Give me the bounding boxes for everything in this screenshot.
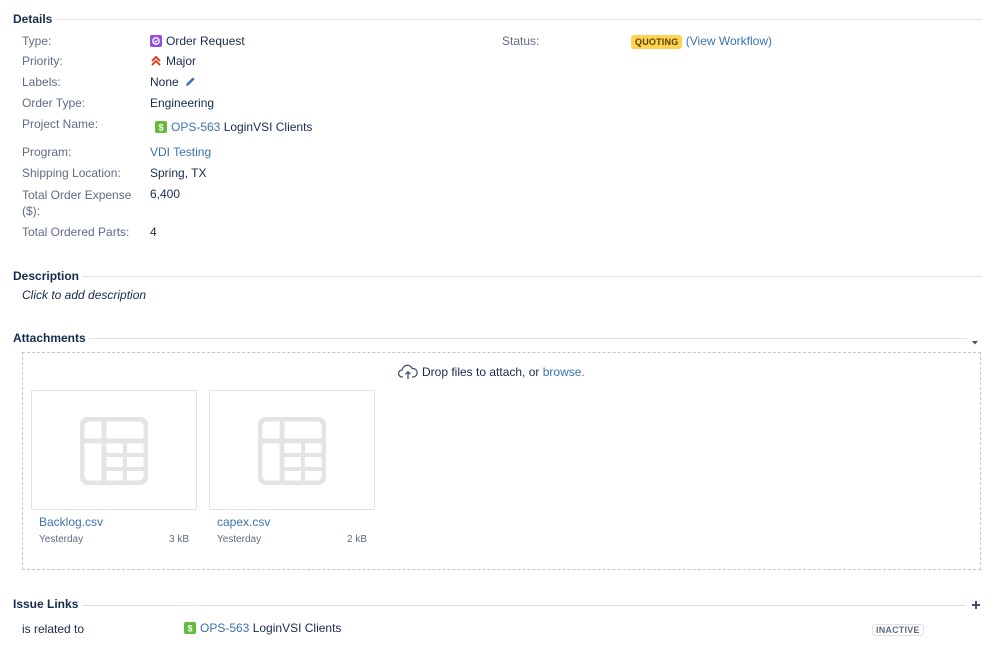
project-name-value: $ OPS-563 LoginVSI Clients: [155, 120, 312, 134]
attachment-size: 2 kB: [346, 534, 367, 545]
attachment-size: 3 kB: [168, 534, 189, 545]
attachments-options-dropdown-icon[interactable]: [971, 335, 979, 349]
total-order-expense-label-line2: ($):: [22, 204, 40, 218]
inactive-status-badge: INACTIVE: [872, 624, 924, 636]
view-workflow-link[interactable]: View Workflow: [690, 34, 768, 48]
story-icon: $: [184, 622, 196, 634]
priority-value: Major: [150, 54, 196, 68]
linked-issue-summary: LoginVSI Clients: [252, 621, 342, 635]
priority-label: Priority:: [22, 54, 63, 68]
total-order-expense-label: Total Order Expense ($):: [22, 187, 131, 219]
project-name-label: Project Name:: [22, 117, 99, 131]
drop-files-row: Drop files to attach, or browse.: [397, 364, 585, 383]
shipping-location-value: Spring, TX: [150, 166, 207, 180]
browse-link[interactable]: browse.: [543, 365, 585, 379]
total-ordered-parts-value: 4: [150, 225, 157, 239]
description-divider: [82, 276, 982, 277]
total-order-expense-label-line1: Total Order Expense: [22, 188, 132, 202]
attachments-divider: [89, 338, 967, 339]
status-label: Status:: [502, 34, 540, 48]
attachment-card[interactable]: capex.csv Yesterday 2 kB: [209, 390, 375, 545]
issue-links-section-title: Issue Links: [13, 597, 79, 611]
upload-cloud-icon: [397, 364, 418, 383]
story-icon: $: [155, 121, 167, 133]
order-type-label: Order Type:: [22, 96, 86, 110]
details-section-title: Details: [13, 12, 53, 26]
labels-value: None: [150, 75, 196, 90]
edit-labels-pencil-icon[interactable]: [185, 76, 196, 90]
type-value: Order Request: [150, 34, 245, 48]
priority-major-icon: [150, 55, 162, 67]
attachment-filename[interactable]: capex.csv: [209, 515, 375, 529]
attachments-section-title: Attachments: [13, 331, 86, 345]
labels-label: Labels:: [22, 75, 61, 89]
total-order-expense-value: 6,400: [150, 187, 181, 201]
svg-text:$: $: [158, 123, 163, 133]
issue-links-divider: [82, 605, 966, 606]
svg-text:$: $: [187, 624, 192, 634]
type-label: Type:: [22, 34, 52, 48]
order-type-value: Engineering: [150, 96, 215, 110]
linked-issue: $ OPS-563 LoginVSI Clients: [184, 621, 341, 635]
labels-text: None: [150, 75, 179, 89]
priority-text: Major: [166, 54, 197, 68]
description-section-title: Description: [13, 269, 80, 283]
project-issue-key-link[interactable]: OPS-563: [171, 120, 220, 134]
add-issue-link-plus-icon[interactable]: [971, 599, 981, 613]
view-workflow-close-paren: ): [768, 34, 772, 48]
type-text: Order Request: [166, 34, 245, 48]
drop-files-text: Drop files to attach, or: [422, 365, 540, 379]
attachment-thumbnail[interactable]: [209, 390, 375, 510]
linked-issue-status: INACTIVE: [872, 622, 924, 636]
attachment-filename[interactable]: Backlog.csv: [31, 515, 197, 529]
attachment-date: Yesterday: [217, 534, 262, 545]
total-ordered-parts-label: Total Ordered Parts:: [22, 225, 130, 239]
linked-issue-key-link[interactable]: OPS-563: [200, 621, 249, 635]
status-badge: QUOTING: [631, 35, 683, 49]
program-label: Program:: [22, 145, 72, 159]
description-placeholder[interactable]: Click to add description: [22, 288, 146, 302]
spreadsheet-file-icon: [80, 417, 148, 485]
project-summary: LoginVSI Clients: [223, 120, 313, 134]
status-value: QUOTING (View Workflow): [631, 34, 772, 49]
program-link[interactable]: VDI Testing: [150, 145, 211, 159]
order-request-icon: [150, 35, 162, 47]
attachment-meta: Yesterday 3 kB: [31, 534, 197, 545]
issue-link-relation: is related to: [22, 622, 85, 636]
shipping-location-label: Shipping Location:: [22, 166, 121, 180]
attachment-date: Yesterday: [39, 534, 84, 545]
spreadsheet-file-icon: [258, 417, 326, 485]
attachment-meta: Yesterday 2 kB: [209, 534, 375, 545]
attachment-card[interactable]: Backlog.csv Yesterday 3 kB: [31, 390, 197, 545]
attachment-thumbnail[interactable]: [31, 390, 197, 510]
details-divider: [56, 19, 982, 20]
